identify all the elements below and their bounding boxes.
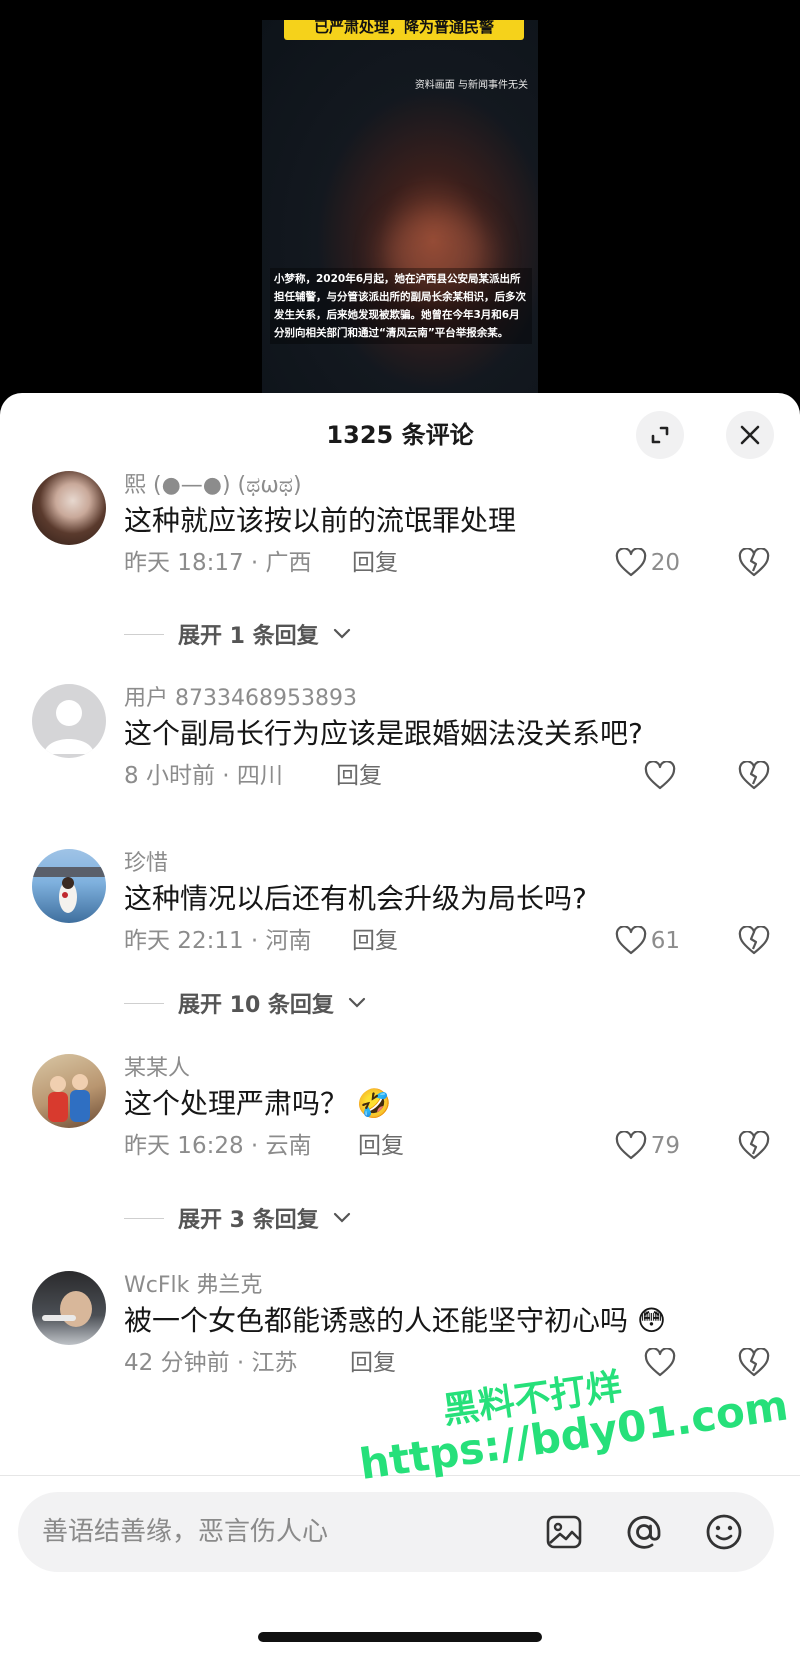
image-icon (546, 1515, 582, 1549)
like-count: 79 (650, 1133, 680, 1159)
divider-dash (124, 633, 164, 635)
close-icon (740, 425, 760, 445)
avatar[interactable] (32, 849, 106, 923)
divider-dash (124, 1002, 164, 1004)
comment-text: 这种就应该按以前的流氓罪处理 (124, 504, 517, 537)
avatar[interactable] (32, 684, 106, 758)
broken-heart-icon (738, 761, 770, 790)
video-frame: 已严肃处理，降为普通民警 资料画面 与新闻事件无关 小梦称，2020年6月起，她… (262, 20, 538, 400)
divider-dash (124, 1217, 164, 1219)
comment-time-location: 昨天 22:11 · 河南 (124, 928, 312, 954)
reply-button[interactable]: 回复 (350, 1341, 396, 1385)
chevron-down-icon (333, 1212, 350, 1223)
heart-icon (644, 761, 676, 790)
avatar[interactable] (32, 1054, 106, 1128)
comment-text: 被一个女色都能诱惑的人还能坚守初心吗 (124, 1304, 629, 1337)
like-button[interactable]: 79 (615, 1124, 680, 1168)
mention-button[interactable] (622, 1510, 666, 1554)
like-button[interactable]: 61 (615, 919, 680, 963)
at-icon (627, 1515, 661, 1549)
comment-username[interactable]: 熙 (●—●) (ಥωಥ) (124, 471, 780, 501)
chevron-down-icon (348, 997, 366, 1008)
reply-button[interactable]: 回复 (352, 541, 398, 585)
comment-username[interactable]: WcFlk 弗兰克 (124, 1271, 780, 1301)
reply-button[interactable]: 回复 (336, 754, 382, 798)
video-top-caption: 已严肃处理，降为普通民警 (284, 20, 524, 40)
like-count: 61 (650, 928, 680, 954)
heart-icon (615, 1131, 646, 1160)
comment-text-row: 被一个女色都能诱惑的人还能坚守初心吗 😳 (124, 1301, 780, 1341)
reply-button[interactable]: 回复 (352, 919, 398, 963)
avatar[interactable] (32, 471, 106, 545)
comment-username[interactable]: 某某人 (124, 1054, 780, 1084)
expand-icon (651, 426, 669, 444)
image-picker-button[interactable] (542, 1510, 586, 1554)
emoji-icon (706, 1514, 742, 1550)
like-button[interactable] (644, 754, 680, 798)
avatar-photo (42, 1291, 92, 1327)
like-count: 20 (650, 550, 680, 576)
heart-icon (615, 926, 646, 955)
dislike-button[interactable] (738, 541, 770, 585)
expand-replies-label: 展开 10 条回复 (178, 993, 334, 1018)
sheet-header: 1325 条评论 (0, 393, 800, 473)
broken-heart-icon (738, 548, 770, 577)
video-disclaimer: 资料画面 与新闻事件无关 (414, 80, 528, 91)
expand-replies-button[interactable]: 展开 10 条回复 (124, 987, 366, 1019)
avatar-photo (48, 1074, 90, 1122)
comment-text: 这个处理严肃吗？ (124, 1087, 349, 1120)
comment-text: 这个副局长行为应该是跟婚姻法没关系吧? (124, 717, 643, 750)
avatar[interactable] (32, 1271, 106, 1345)
close-sheet-button[interactable] (726, 411, 774, 459)
expand-sheet-button[interactable] (636, 411, 684, 459)
broken-heart-icon (738, 926, 770, 955)
reply-button[interactable]: 回复 (358, 1124, 404, 1168)
comment-time-location: 42 分钟前 · 江苏 (124, 1350, 298, 1376)
comment-username[interactable]: 珍惜 (124, 849, 780, 879)
comment-text: 这种情况以后还有机会升级为局长吗? (124, 882, 587, 915)
emoji-icon-flushed: 😳 (636, 1304, 667, 1337)
dislike-button[interactable] (738, 1124, 770, 1168)
chevron-down-icon (333, 628, 350, 639)
comment-username[interactable]: 用户 8733468953893 (124, 684, 780, 714)
expand-replies-button[interactable]: 展开 3 条回复 (124, 1202, 351, 1234)
expand-replies-label: 展开 3 条回复 (178, 1208, 319, 1233)
avatar-photo (32, 867, 106, 913)
comment-time-location: 昨天 18:17 · 广西 (124, 550, 312, 576)
video-body-caption: 小梦称，2020年6月起，她在泸西县公安局某派出所担任辅警，与分管该派出所的副局… (270, 268, 532, 344)
broken-heart-icon (738, 1131, 770, 1160)
comment-input-placeholder: 善语结善缘，恶言伤人心 (42, 1517, 329, 1547)
expand-replies-label: 展开 1 条回复 (178, 624, 319, 649)
like-button[interactable]: 20 (615, 541, 680, 585)
dislike-button[interactable] (738, 919, 770, 963)
default-avatar-icon (44, 700, 94, 754)
comment-time-location: 8 小时前 · 四川 (124, 763, 283, 789)
comment-text-row: 这个处理严肃吗？ 🤣 (124, 1084, 780, 1124)
video-player[interactable]: 已严肃处理，降为普通民警 资料画面 与新闻事件无关 小梦称，2020年6月起，她… (0, 0, 800, 420)
emoji-picker-button[interactable] (702, 1510, 746, 1554)
emoji-icon-laughing: 🤣 (356, 1087, 392, 1120)
dislike-button[interactable] (738, 754, 770, 798)
heart-icon (615, 548, 646, 577)
home-indicator (258, 1632, 542, 1642)
expand-replies-button[interactable]: 展开 1 条回复 (124, 618, 351, 650)
comment-time-location: 昨天 16:28 · 云南 (124, 1133, 312, 1159)
